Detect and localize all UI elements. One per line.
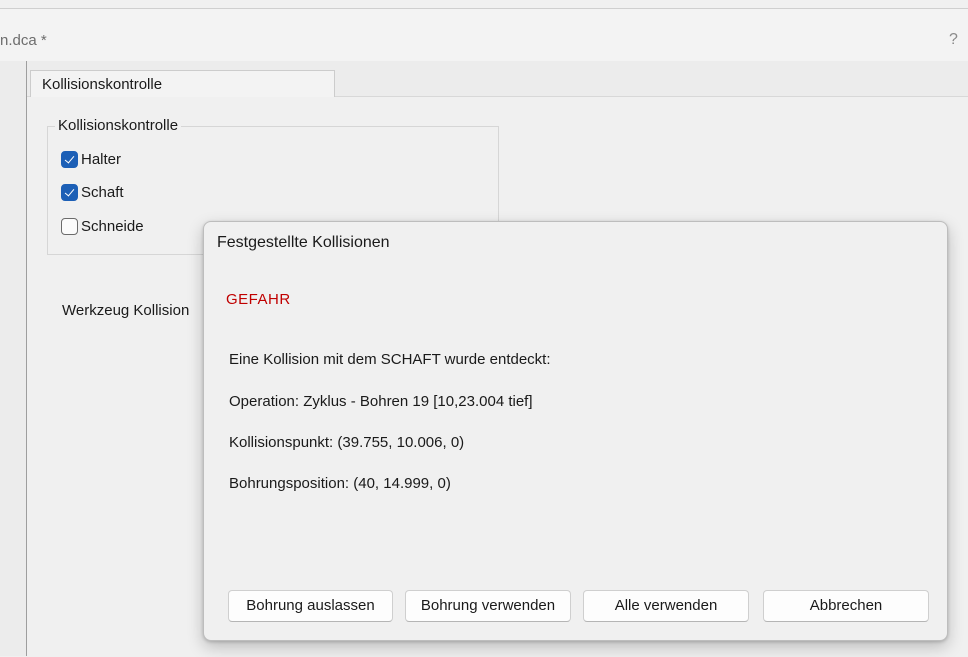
cancel-button[interactable]: Abbrechen bbox=[763, 590, 929, 622]
use-all-button[interactable]: Alle verwenden bbox=[583, 590, 749, 622]
checkbox-label: Schaft bbox=[81, 183, 124, 201]
dialog-title: Festgestellte Kollisionen bbox=[217, 234, 390, 251]
collision-message: Eine Kollision mit dem SCHAFT wurde entd… bbox=[229, 351, 551, 368]
tab-label: Kollisionskontrolle bbox=[42, 76, 163, 93]
checkbox-checked-icon[interactable] bbox=[61, 183, 78, 201]
danger-label: GEFAHR bbox=[226, 291, 291, 308]
checkbox-unchecked-icon[interactable] bbox=[61, 217, 78, 235]
checkbox-label: Halter bbox=[81, 150, 122, 168]
operation-info: Operation: Zyklus - Bohren 19 [10,23.004… bbox=[229, 393, 533, 410]
groupbox-legend: Kollisionskontrolle bbox=[55, 117, 182, 134]
tab-kollisionskontrolle[interactable]: Kollisionskontrolle bbox=[30, 70, 335, 97]
window-title: n.dca * bbox=[0, 32, 47, 49]
title-bar: n.dca * ? bbox=[0, 9, 968, 61]
checkbox-label: Schneide bbox=[81, 217, 144, 235]
collision-point-info: Kollisionspunkt: (39.755, 10.006, 0) bbox=[229, 434, 465, 451]
checkbox-schaft[interactable]: Schaft bbox=[61, 182, 124, 202]
checkbox-checked-icon[interactable] bbox=[61, 150, 78, 168]
help-button[interactable]: ? bbox=[949, 31, 958, 49]
use-drill-button[interactable]: Bohrung verwenden bbox=[405, 590, 571, 622]
checkbox-schneide[interactable]: Schneide bbox=[61, 216, 144, 236]
drill-position-info: Bohrungsposition: (40, 14.999, 0) bbox=[229, 475, 451, 492]
tool-collision-label: Werkzeug Kollision bbox=[62, 302, 190, 319]
checkbox-halter[interactable]: Halter bbox=[61, 149, 121, 169]
collision-dialog: Festgestellte Kollisionen GEFAHR Eine Ko… bbox=[203, 221, 948, 641]
skip-drill-button[interactable]: Bohrung auslassen bbox=[228, 590, 393, 622]
